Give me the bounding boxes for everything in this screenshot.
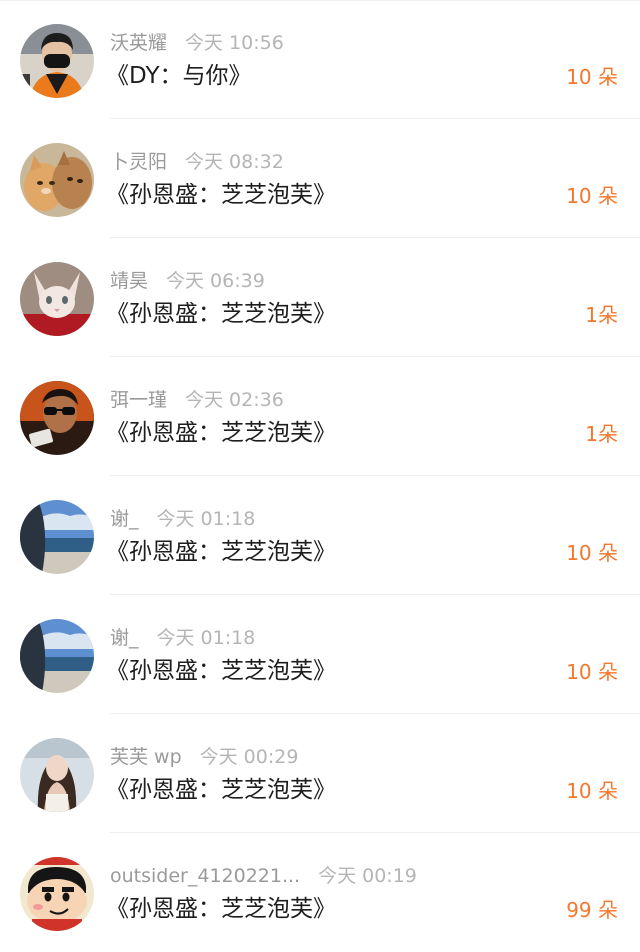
avatar-hairless-cat-icon[interactable] — [20, 262, 94, 336]
gift-meta: 谢_ 今天 01:18 — [110, 625, 255, 651]
song-title[interactable]: 《孙恩盛：芝芝泡芙》 — [106, 893, 336, 925]
gift-time: 今天 00:29 — [199, 746, 299, 768]
username[interactable]: 芙芙 wp — [110, 746, 182, 768]
username[interactable]: outsider_4120221... — [110, 865, 300, 887]
gift-list-item[interactable]: outsider_4120221... 今天 00:19 《孙恩盛：芝芝泡芙》 9… — [0, 833, 640, 952]
avatar-kittens-icon[interactable] — [20, 143, 94, 217]
username[interactable]: 谢_ — [110, 627, 139, 649]
username[interactable]: 弭一瑾 — [110, 389, 167, 411]
flower-count: 1朵 — [585, 422, 618, 446]
gift-list-item[interactable]: 谢_ 今天 01:18 《孙恩盛：芝芝泡芙》 10 朵 — [0, 476, 640, 595]
gift-list-item[interactable]: 谢_ 今天 01:18 《孙恩盛：芝芝泡芙》 10 朵 — [0, 595, 640, 714]
gift-meta: 芙芙 wp 今天 00:29 — [110, 744, 298, 770]
gift-list-item[interactable]: 弭一瑾 今天 02:36 《孙恩盛：芝芝泡芙》 1朵 — [0, 357, 640, 476]
gift-time: 今天 02:36 — [185, 389, 284, 411]
flower-count: 10 朵 — [566, 184, 618, 208]
flower-count: 10 朵 — [566, 779, 618, 803]
gift-record-list: 沃英耀今天 10:56 《DY：与你》 10 朵 卜灵阳今天 08:32 《 — [0, 0, 640, 951]
gift-meta: outsider_4120221... 今天 00:19 — [110, 863, 417, 889]
gift-time: 今天 01:18 — [156, 508, 256, 530]
gift-meta: 沃英耀 今天 10:56 — [110, 30, 284, 56]
gift-time: 今天 08:32 — [185, 151, 284, 173]
gift-time: 今天 06:39 — [166, 270, 265, 292]
gift-list-item[interactable]: 芙芙 wp 今天 00:29 《孙恩盛：芝芝泡芙》 10 朵 — [0, 714, 640, 833]
flower-count: 10 朵 — [566, 65, 618, 89]
username[interactable]: 卜灵阳 — [110, 151, 167, 173]
gift-meta: 谢_ 今天 01:18 — [110, 506, 255, 532]
gift-meta: 卜灵阳 今天 08:32 — [110, 149, 284, 175]
song-title[interactable]: 《孙恩盛：芝芝泡芙》 — [106, 774, 336, 806]
username[interactable]: 靖昊 — [110, 270, 148, 292]
gift-meta: 靖昊 今天 06:39 — [110, 268, 265, 294]
avatar-sunglasses-man-icon[interactable] — [20, 381, 94, 455]
avatar-beach-icon[interactable] — [20, 500, 94, 574]
gift-time: 今天 00:19 — [318, 865, 417, 887]
flower-count: 10 朵 — [566, 660, 618, 684]
song-title[interactable]: 《DY：与你》 — [106, 60, 252, 92]
gift-list-item[interactable]: 卜灵阳 今天 08:32 《孙恩盛：芝芝泡芙》 10 朵 — [0, 119, 640, 238]
flower-count: 10 朵 — [566, 541, 618, 565]
gift-list-item[interactable]: 靖昊 今天 06:39 《孙恩盛：芝芝泡芙》 1朵 — [0, 238, 640, 357]
username[interactable]: 沃英耀 — [110, 32, 167, 54]
gift-meta: 弭一瑾 今天 02:36 — [110, 387, 284, 413]
gift-time: 今天 10:56 — [185, 32, 284, 54]
song-title[interactable]: 《孙恩盛：芝芝泡芙》 — [106, 179, 336, 211]
avatar-person-mask-icon[interactable] — [20, 24, 94, 98]
gift-time: 今天 01:18 — [156, 627, 256, 649]
song-title[interactable]: 《孙恩盛：芝芝泡芙》 — [106, 417, 336, 449]
song-title[interactable]: 《孙恩盛：芝芝泡芙》 — [106, 536, 336, 568]
flower-count: 1朵 — [585, 303, 618, 327]
username[interactable]: 谢_ — [110, 508, 139, 530]
song-title[interactable]: 《孙恩盛：芝芝泡芙》 — [106, 298, 336, 330]
avatar-cartoon-boy-icon[interactable] — [20, 857, 94, 931]
gift-list-item[interactable]: 沃英耀 今天 10:56 《DY：与你》 10 朵 — [0, 0, 640, 119]
avatar-girl-icon[interactable] — [20, 738, 94, 812]
avatar-beach-icon[interactable] — [20, 619, 94, 693]
song-title[interactable]: 《孙恩盛：芝芝泡芙》 — [106, 655, 336, 687]
flower-count: 99 朵 — [566, 898, 618, 922]
